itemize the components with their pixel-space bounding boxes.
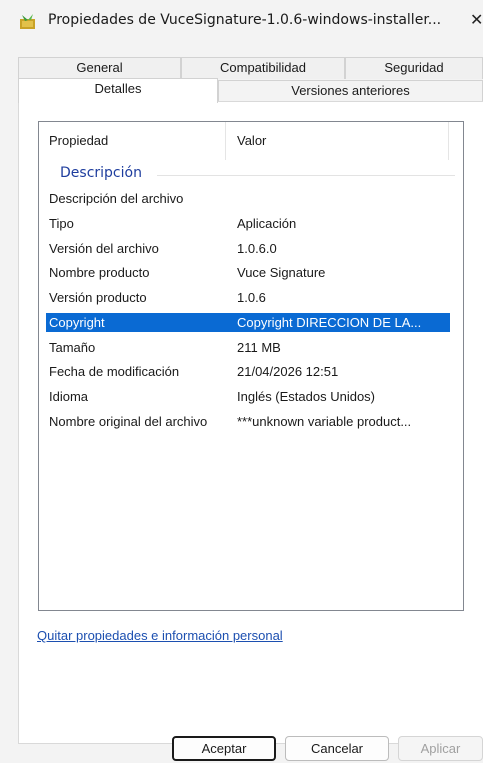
list-item[interactable]: Nombre producto Vuce Signature [46,263,450,282]
installer-app-icon [20,14,35,29]
list-item[interactable]: Fecha de modificación 21/04/2026 12:51 [46,362,450,381]
property-name: Idioma [49,389,89,404]
group-divider [157,175,455,176]
tab-versiones-anteriores[interactable]: Versiones anteriores [218,80,483,102]
cancel-button[interactable]: Cancelar [285,736,389,761]
property-name: Versión producto [49,290,147,305]
property-name: Tamaño [49,340,96,355]
property-value: ***unknown variable product... [237,414,412,429]
column-header-valor[interactable]: Valor [227,122,449,160]
details-panel: Propiedad Valor Descripción Descripción … [18,101,483,744]
property-value: 211 MB [237,340,281,355]
property-name: Versión del archivo [49,241,159,256]
property-name: Tipo [49,216,74,231]
list-item[interactable]: Idioma Inglés (Estados Unidos) [46,387,450,406]
list-item-selected[interactable]: Copyright Copyright DIRECCION DE LA... [46,313,450,332]
property-value: 21/04/2026 12:51 [237,364,339,379]
property-name: Nombre producto [49,265,150,280]
ok-button[interactable]: Aceptar [172,736,276,761]
tab-seguridad[interactable]: Seguridad [345,57,483,79]
tab-compatibilidad[interactable]: Compatibilidad [181,57,345,79]
tab-general-label: General [76,60,123,75]
list-header: Propiedad Valor [39,122,463,160]
property-name: Fecha de modificación [49,364,180,379]
property-value: Aplicación [237,216,297,231]
tab-general[interactable]: General [18,57,181,79]
property-value: Copyright DIRECCION DE LA... [237,315,422,330]
window-title: Propiedades de VuceSignature-1.0.6-windo… [48,12,442,28]
column-header-propiedad[interactable]: Propiedad [39,122,226,160]
list-item[interactable]: Descripción del archivo [46,189,450,208]
property-name: Descripción del archivo [49,191,184,206]
title-bar: Propiedades de VuceSignature-1.0.6-windo… [0,0,483,52]
property-value: Vuce Signature [237,265,326,280]
property-name: Nombre original del archivo [49,414,208,429]
list-item[interactable]: Tipo Aplicación [46,214,450,233]
list-item[interactable]: Versión producto 1.0.6 [46,288,450,307]
tab-compatibilidad-label: Compatibilidad [220,60,306,75]
tab-versiones-anteriores-label: Versiones anteriores [291,83,410,98]
close-icon[interactable]: ✕ [470,10,483,34]
property-value: 1.0.6 [237,290,266,305]
remove-properties-link[interactable]: Quitar propiedades e información persona… [37,628,283,643]
property-name: Copyright [49,315,105,330]
property-value: Inglés (Estados Unidos) [237,389,376,404]
apply-button[interactable]: Aplicar [398,736,483,761]
list-item[interactable]: Tamaño 211 MB [46,338,450,357]
tab-detalles[interactable]: Detalles [18,78,218,103]
property-value: 1.0.6.0 [237,241,277,256]
group-label-descripcion: Descripción [60,165,142,181]
properties-list[interactable]: Propiedad Valor Descripción Descripción … [38,121,464,611]
list-item[interactable]: Versión del archivo 1.0.6.0 [46,239,450,258]
tab-seguridad-label: Seguridad [384,60,444,75]
tab-detalles-label: Detalles [94,81,142,96]
list-item[interactable]: Nombre original del archivo ***unknown v… [46,412,450,431]
